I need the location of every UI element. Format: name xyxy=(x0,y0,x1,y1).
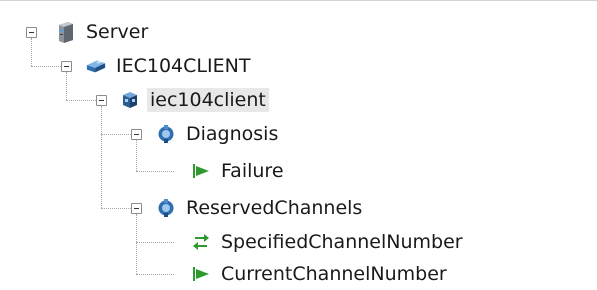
connector xyxy=(31,66,61,67)
connector xyxy=(31,38,32,66)
folder-object-icon xyxy=(156,124,176,144)
tree-node-label: Diagnosis xyxy=(186,123,279,145)
tree-node-reservedchannels[interactable]: ReservedChannels xyxy=(156,192,365,224)
tree-node-label: Failure xyxy=(221,160,284,182)
connector xyxy=(66,100,96,101)
arrow-right-icon xyxy=(191,161,211,181)
arrow-right-icon xyxy=(191,264,211,284)
connector xyxy=(101,134,133,135)
collapse-toggle-server[interactable] xyxy=(26,27,37,38)
collapse-toggle-iec104client[interactable] xyxy=(96,95,107,106)
tree-node-diagnosis[interactable]: Diagnosis xyxy=(156,118,281,150)
tree-node-iec104client-device[interactable]: IEC104CLIENT xyxy=(86,50,253,82)
connector xyxy=(136,171,174,172)
connector xyxy=(101,208,133,209)
connector xyxy=(66,72,67,100)
tree-node-label: CurrentChannelNumber xyxy=(221,263,447,285)
tree-node-label: SpecifiedChannelNumber xyxy=(221,231,463,253)
server-icon xyxy=(56,22,76,43)
collapse-toggle-reservedchannels[interactable] xyxy=(131,203,142,214)
connector xyxy=(101,106,102,208)
bidirectional-arrows-icon xyxy=(191,232,211,252)
tree-node-server[interactable]: Server xyxy=(56,16,151,48)
tree-node-specifiedchannelnumber[interactable]: SpecifiedChannelNumber xyxy=(191,226,466,258)
connector xyxy=(136,140,137,171)
connector xyxy=(136,274,174,275)
folder-object-icon xyxy=(156,198,176,218)
connector xyxy=(136,242,174,243)
tree-node-currentchannelnumber[interactable]: CurrentChannelNumber xyxy=(191,258,450,290)
collapse-toggle-diagnosis[interactable] xyxy=(131,129,142,140)
module-icon xyxy=(120,90,140,110)
tree-node-label: iec104client xyxy=(147,88,269,112)
tree-node-iec104client[interactable]: iec104client xyxy=(120,84,269,116)
tree-node-label: Server xyxy=(86,21,149,43)
tree-node-label: ReservedChannels xyxy=(186,197,363,219)
tree-node-label: IEC104CLIENT xyxy=(116,55,251,77)
tree-node-failure[interactable]: Failure xyxy=(191,155,287,187)
object-tree: Server IEC104CLIENT iec104client Diagnos… xyxy=(0,0,597,288)
network-device-icon xyxy=(86,56,106,76)
connector xyxy=(136,214,137,274)
collapse-toggle-iec104client-device[interactable] xyxy=(61,61,72,72)
